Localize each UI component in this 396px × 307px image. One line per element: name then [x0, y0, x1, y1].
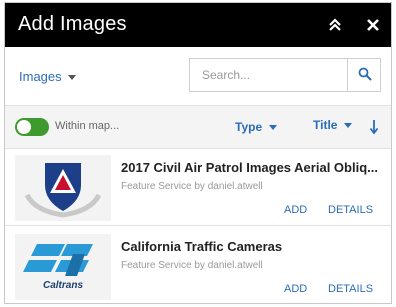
caltrans-wordmark: Caltrans: [43, 280, 83, 291]
source-dropdown[interactable]: Images: [19, 69, 76, 84]
type-filter-label: Type: [235, 120, 263, 134]
panel-header: Add Images: [5, 3, 391, 47]
item-thumbnail: Caltrans: [15, 234, 111, 300]
details-button[interactable]: DETAILS: [328, 204, 373, 216]
filter-bar: Within map... Type Title: [5, 105, 391, 149]
item-title: California Traffic Cameras: [121, 239, 283, 254]
item-title: 2017 Civil Air Patrol Images Aerial Obli…: [121, 160, 378, 175]
search-icon: [358, 67, 372, 81]
collapse-button[interactable]: [325, 15, 345, 35]
add-button[interactable]: ADD: [284, 283, 307, 295]
item-thumbnail: [15, 155, 111, 221]
toggle-knob: [17, 120, 31, 134]
result-item: Caltrans California Traffic Cameras Feat…: [5, 229, 391, 303]
details-button[interactable]: DETAILS: [328, 283, 373, 295]
result-item: 2017 Civil Air Patrol Images Aerial Obli…: [5, 150, 391, 226]
search-input[interactable]: [190, 59, 346, 91]
sort-field-label: Title: [313, 118, 338, 132]
search-toolbar: Images: [5, 47, 391, 105]
civil-air-patrol-logo-icon: [15, 155, 111, 221]
within-map-label: Within map...: [55, 120, 120, 132]
search-box: [189, 58, 381, 92]
caltrans-logo-icon: Caltrans: [15, 234, 111, 300]
close-icon: [367, 19, 379, 31]
panel-title: Add Images: [18, 13, 127, 35]
item-subtitle: Feature Service by daniel.atwell: [121, 181, 263, 192]
caret-down-icon: [269, 125, 278, 131]
sort-field-dropdown[interactable]: Title: [313, 118, 353, 132]
search-button[interactable]: [347, 59, 380, 91]
chevron-double-up-icon: [329, 18, 341, 31]
caret-down-icon: [67, 75, 76, 81]
item-subtitle: Feature Service by daniel.atwell: [121, 260, 263, 271]
close-button[interactable]: [363, 15, 383, 35]
source-dropdown-label: Images: [19, 69, 62, 84]
type-filter-dropdown[interactable]: Type: [235, 120, 278, 134]
add-images-panel: Add Images Images Search... Within map..…: [4, 2, 392, 304]
within-map-toggle[interactable]: [15, 118, 49, 136]
caret-down-icon: [344, 123, 353, 129]
arrow-down-icon: [369, 120, 379, 135]
results-list: 2017 Civil Air Patrol Images Aerial Obli…: [5, 150, 391, 303]
sort-order-button[interactable]: [369, 119, 379, 135]
add-button[interactable]: ADD: [284, 204, 307, 216]
